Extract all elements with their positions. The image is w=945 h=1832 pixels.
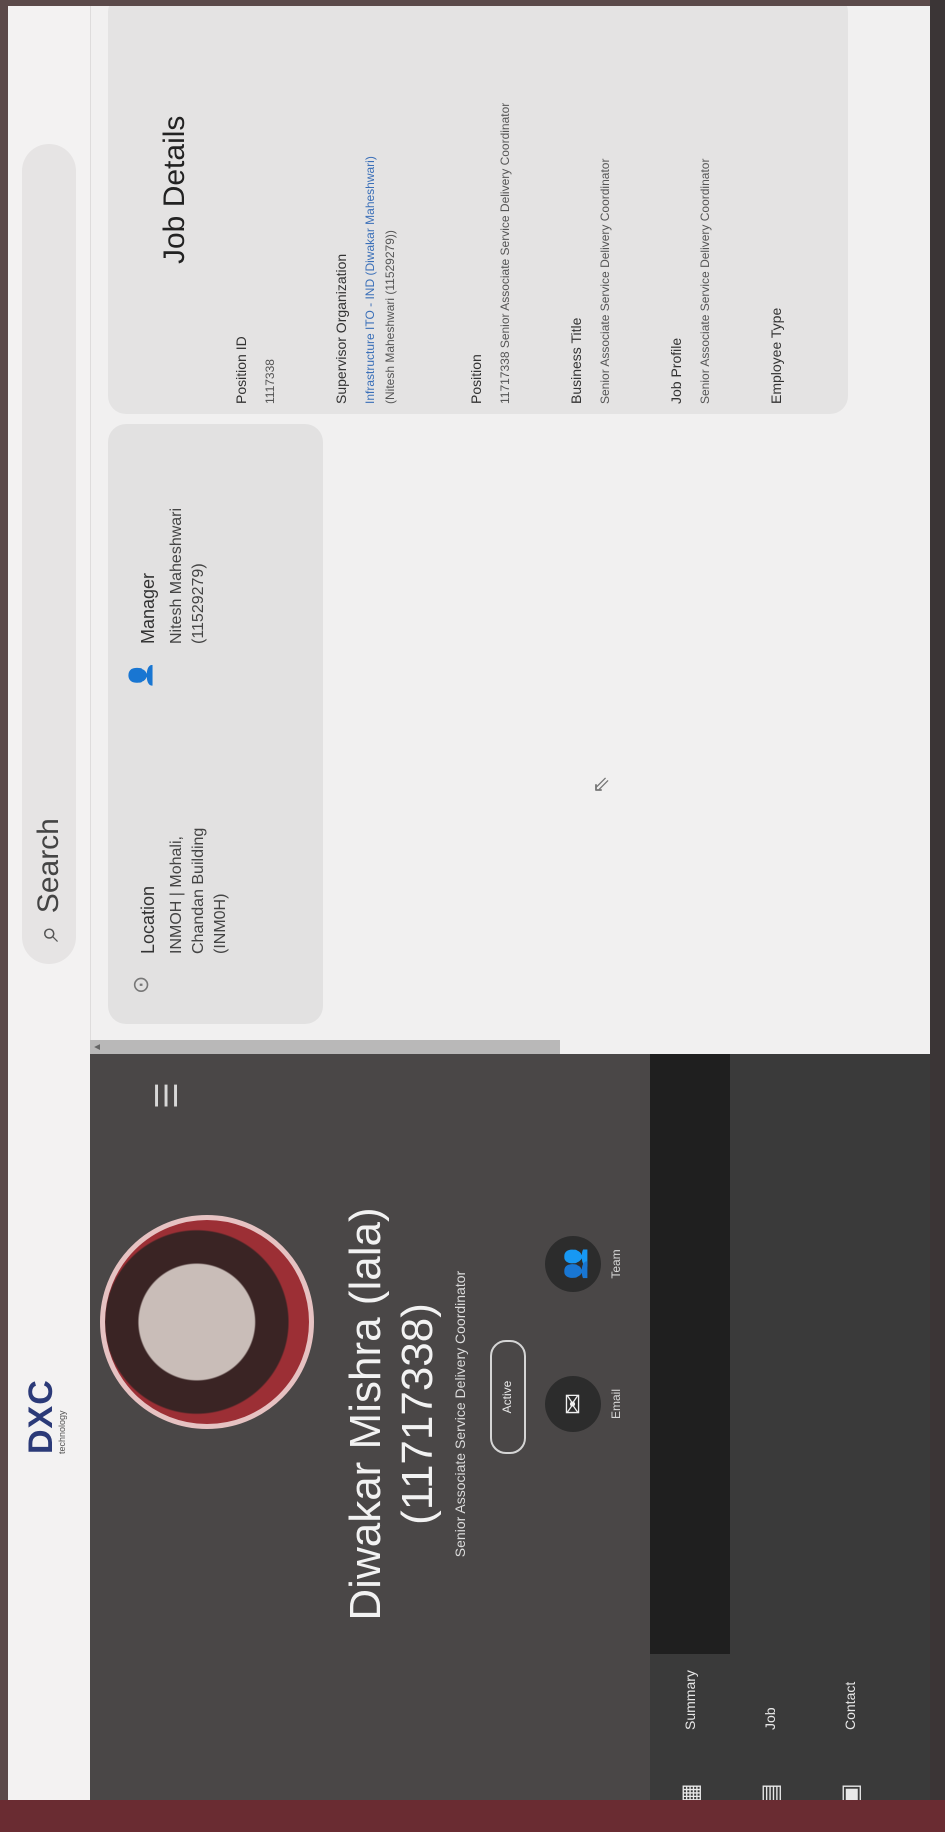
search-icon: ⌕ (32, 925, 65, 942)
job-details-title: Job Details (158, 115, 191, 264)
scrollbar[interactable] (90, 1040, 560, 1054)
location-line-2: Chandan Building (190, 827, 207, 954)
nav-label-summary: Summary (682, 1670, 698, 1730)
supervisor-org-label: Supervisor Organization (333, 253, 349, 404)
manager-label: Manager (138, 572, 158, 644)
manager-value[interactable]: Nitesh Maheshwari (11529279) (166, 394, 210, 644)
nav-item-job[interactable]: ▤ Job (750, 1707, 790, 1806)
location-line-3: (INM0H) (212, 893, 229, 954)
app-window: DXC technology ⌕ Search ☰ Diwakar Mishra… (8, 6, 936, 1824)
profile-nav: ▦ Summary ▤ Job ▣ Contact (650, 1054, 936, 1824)
status-badge: Active (490, 1340, 526, 1454)
supervisor-org-value: (Nitesh Maheshwari (11529279)) (383, 230, 397, 404)
nav-label-job: Job (762, 1707, 778, 1730)
job-profile-value: Senior Associate Service Delivery Coordi… (698, 158, 712, 404)
screen-bezel-right (930, 0, 945, 1832)
position-id-value: 1117338 (263, 359, 277, 404)
supervisor-org-link[interactable]: Infrastructure ITO - IND (Diwakar Mahesh… (363, 156, 377, 404)
screen-bezel-bottom (0, 1800, 945, 1832)
position-id-label: Position ID (233, 336, 249, 404)
email-icon: ✉ (545, 1376, 601, 1432)
location-label: Location (138, 885, 158, 954)
selected-tab-highlight (650, 1054, 730, 1654)
team-label: Team (609, 1249, 623, 1279)
search-bar[interactable]: ⌕ Search (22, 144, 76, 964)
top-header: DXC technology ⌕ Search (8, 6, 91, 1824)
employee-title: Senior Associate Service Delivery Coordi… (452, 1270, 468, 1558)
team-icon: 👥 (545, 1236, 601, 1292)
logo-mark: DXC (22, 1379, 60, 1454)
profile-header: ☰ Diwakar Mishra (lala) (11717338) Senio… (90, 1054, 650, 1824)
email-action[interactable]: ✉ Email (545, 1364, 623, 1444)
profile-panel: ☰ Diwakar Mishra (lala) (11717338) Senio… (90, 1054, 936, 1824)
manager-person-icon: 👤 (128, 661, 153, 689)
location-line-1: INMOH | Mohali, (168, 836, 185, 954)
employee-type-label: Employee Type (768, 307, 784, 404)
job-details-card (108, 6, 848, 414)
nav-item-contact[interactable]: ▣ Contact (830, 1682, 870, 1806)
email-label: Email (609, 1389, 623, 1420)
location-value: INMOH | Mohali, Chandan Building (INM0H) (166, 704, 232, 954)
employee-id: (11717338) (393, 1303, 442, 1525)
profile-name: Diwakar Mishra (lala) (11717338) (340, 1064, 444, 1764)
search-placeholder: Search (32, 818, 65, 914)
avatar (100, 1215, 314, 1429)
nav-item-summary[interactable]: ▦ Summary (670, 1670, 710, 1806)
job-profile-label: Job Profile (668, 337, 684, 404)
manager-name: Nitesh Maheshwari (168, 507, 185, 644)
employee-name: Diwakar Mishra (lala) (341, 1207, 390, 1621)
scroll-up-arrow[interactable]: ▲ (92, 1042, 103, 1052)
team-action[interactable]: 👥 Team (545, 1224, 623, 1304)
mouse-cursor-icon: ⇖ (588, 775, 613, 794)
position-label: Position (468, 354, 484, 404)
nav-label-contact: Contact (842, 1681, 858, 1730)
menu-icon[interactable]: ☰ (150, 1082, 185, 1109)
location-pin-icon: ⊙ (128, 975, 153, 994)
business-title-label: Business Title (568, 317, 584, 404)
company-logo[interactable]: DXC technology (22, 1324, 72, 1454)
manager-id: (11529279) (190, 563, 207, 644)
business-title-value: Senior Associate Service Delivery Coordi… (598, 158, 612, 404)
device-screen: DXC technology ⌕ Search ☰ Diwakar Mishra… (8, 6, 936, 1824)
position-value: 11717338 Senior Associate Service Delive… (498, 102, 512, 404)
